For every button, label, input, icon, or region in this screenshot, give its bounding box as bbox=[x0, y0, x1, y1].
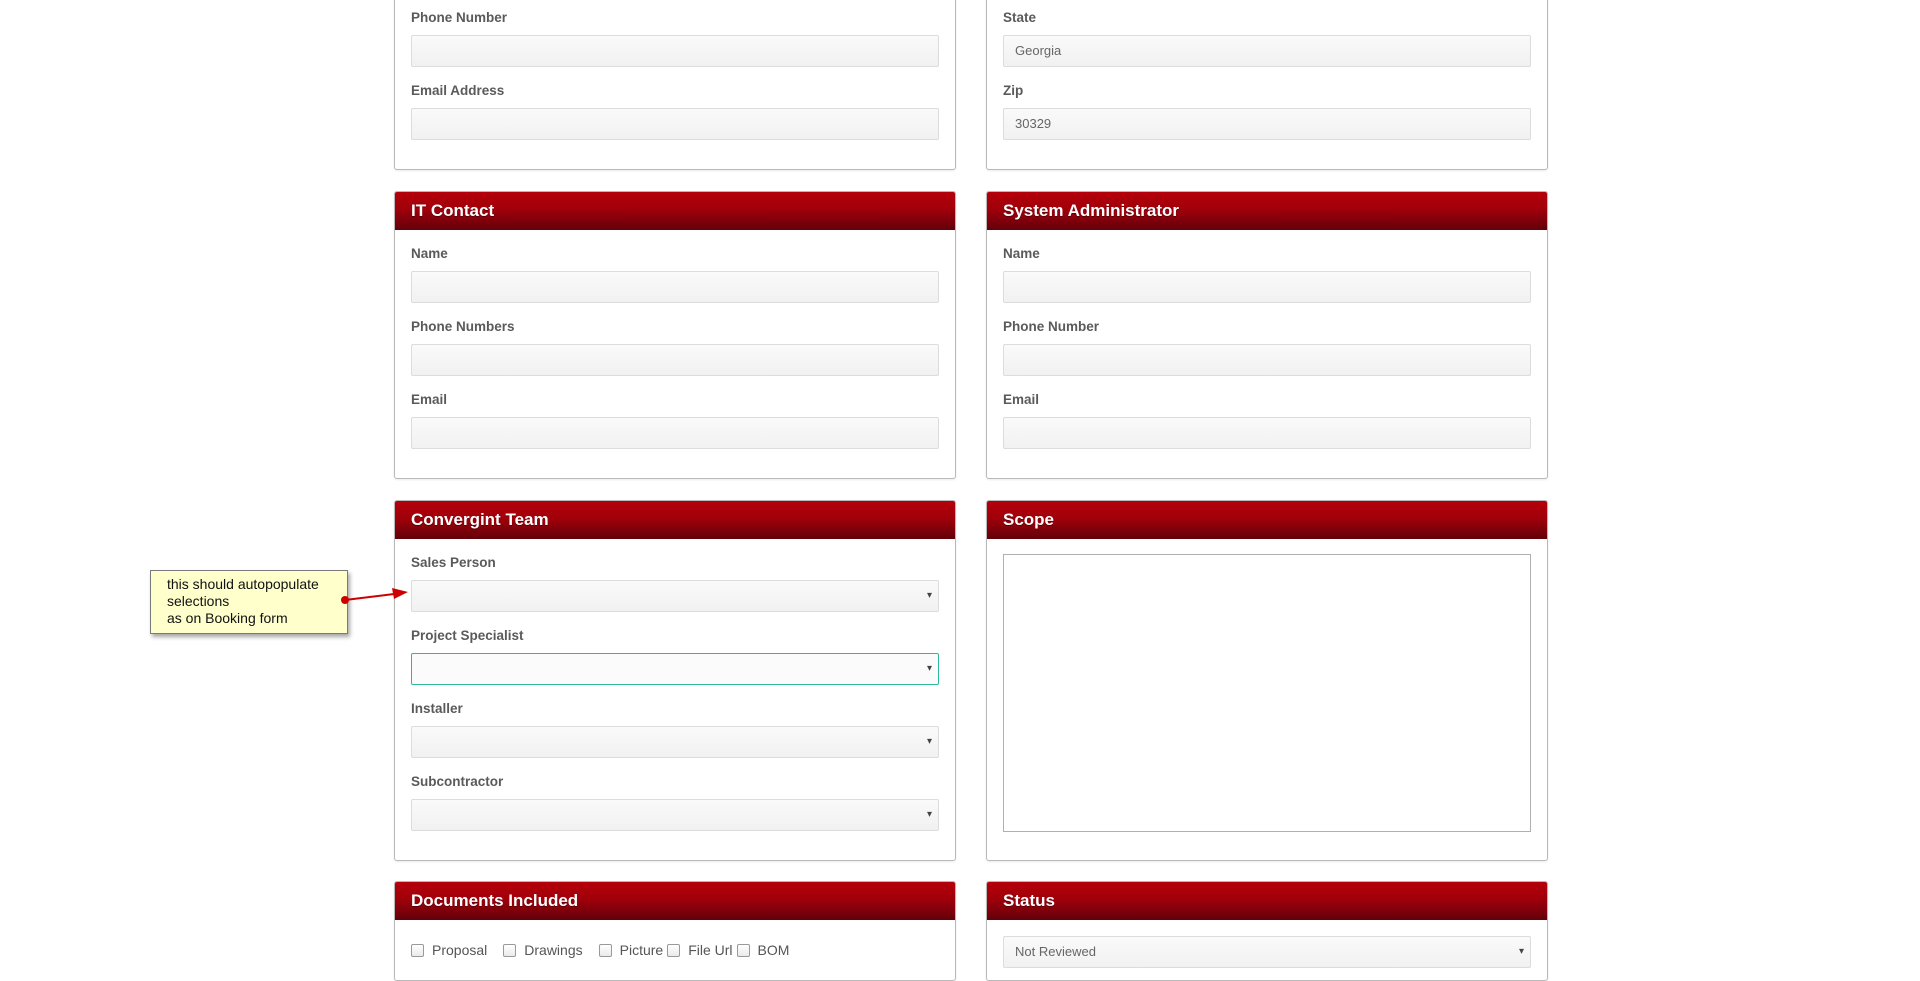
scope-title: Scope bbox=[987, 501, 1547, 539]
it-name-label: Name bbox=[411, 246, 448, 261]
status-title: Status bbox=[987, 882, 1547, 920]
annotation-callout: this should autopopulate selections as o… bbox=[150, 570, 348, 634]
chevron-down-icon: ▾ bbox=[926, 590, 932, 601]
checkbox-picture[interactable]: Picture bbox=[598, 942, 664, 958]
email-address-field: Email Address bbox=[411, 82, 939, 140]
zip-input[interactable]: 30329 bbox=[1003, 108, 1531, 140]
checkbox-label: Proposal bbox=[432, 942, 488, 958]
scope-textarea[interactable] bbox=[1003, 554, 1531, 832]
status-panel: Status Not Reviewed ▾ bbox=[986, 881, 1548, 981]
checkbox-label: Drawings bbox=[524, 942, 583, 958]
sales-person-field: Sales Person ▾ bbox=[411, 554, 939, 612]
chevron-down-icon: ▾ bbox=[1518, 946, 1524, 957]
project-specialist-field: Project Specialist ▾ bbox=[411, 627, 939, 685]
email-address-input[interactable] bbox=[411, 108, 939, 140]
checkbox-box[interactable] bbox=[736, 943, 750, 957]
annotation-line-2: selections bbox=[167, 593, 230, 609]
it-email-field: Email bbox=[411, 391, 939, 449]
it-contact-title: IT Contact bbox=[395, 192, 955, 230]
checkbox-box[interactable] bbox=[598, 943, 612, 957]
annotation-arrow-head bbox=[392, 588, 408, 599]
documents-included-title: Documents Included bbox=[395, 882, 955, 920]
admin-email-label: Email bbox=[1003, 392, 1040, 407]
state-label: State bbox=[1003, 10, 1037, 25]
chevron-down-icon: ▾ bbox=[926, 736, 932, 747]
address-panel: State Georgia Zip 30329 bbox=[986, 0, 1548, 170]
chevron-down-icon: ▾ bbox=[926, 663, 932, 674]
it-name-field: Name bbox=[411, 245, 939, 303]
convergint-team-panel: Convergint Team Sales Person ▾ Project S… bbox=[394, 500, 956, 861]
it-phones-field: Phone Numbers bbox=[411, 318, 939, 376]
subcontractor-label: Subcontractor bbox=[411, 774, 504, 789]
installer-label: Installer bbox=[411, 701, 463, 716]
annotation-arrow-shaft bbox=[344, 593, 395, 601]
system-administrator-title: System Administrator bbox=[987, 192, 1547, 230]
annotation-line-3: as on Booking form bbox=[167, 610, 288, 626]
admin-phone-field: Phone Number bbox=[1003, 318, 1531, 376]
annotation-line-1: this should autopopulate bbox=[167, 576, 319, 592]
it-email-input[interactable] bbox=[411, 417, 939, 449]
status-select[interactable]: Not Reviewed ▾ bbox=[1003, 936, 1531, 968]
contact-panel: Phone Number Email Address bbox=[394, 0, 956, 170]
annotation-arrow bbox=[341, 588, 408, 604]
admin-email-field: Email bbox=[1003, 391, 1531, 449]
checkbox-box[interactable] bbox=[667, 943, 681, 957]
email-address-label: Email Address bbox=[411, 83, 505, 98]
checkbox-label: BOM bbox=[757, 942, 790, 958]
checkbox-bom[interactable]: BOM bbox=[736, 942, 790, 958]
checkbox-label: Picture bbox=[619, 942, 664, 958]
admin-phone-label: Phone Number bbox=[1003, 319, 1100, 334]
zip-label: Zip bbox=[1003, 83, 1024, 98]
admin-phone-input[interactable] bbox=[1003, 344, 1531, 376]
it-email-label: Email bbox=[411, 392, 448, 407]
it-contact-panel: IT Contact Name Phone Numbers Email bbox=[394, 191, 956, 479]
admin-email-input[interactable] bbox=[1003, 417, 1531, 449]
phone-number-input[interactable] bbox=[411, 35, 939, 67]
zip-field: Zip 30329 bbox=[1003, 82, 1531, 140]
scope-panel: Scope bbox=[986, 500, 1548, 861]
installer-select[interactable]: ▾ bbox=[411, 726, 939, 758]
checkbox-file-url[interactable]: File Url bbox=[667, 942, 733, 958]
convergint-team-title: Convergint Team bbox=[395, 501, 955, 539]
sales-person-label: Sales Person bbox=[411, 555, 496, 570]
admin-name-label: Name bbox=[1003, 246, 1040, 261]
checkbox-box[interactable] bbox=[411, 943, 424, 957]
state-input[interactable]: Georgia bbox=[1003, 35, 1531, 67]
chevron-down-icon: ▾ bbox=[926, 809, 932, 820]
status-field: Not Reviewed ▾ bbox=[1003, 928, 1531, 968]
checkbox-drawings[interactable]: Drawings bbox=[503, 942, 583, 958]
it-phones-label: Phone Numbers bbox=[411, 319, 515, 334]
phone-number-field: Phone Number bbox=[411, 9, 939, 67]
it-name-input[interactable] bbox=[411, 271, 939, 303]
checkbox-label: File Url bbox=[688, 942, 733, 958]
sales-person-select[interactable]: ▾ bbox=[411, 580, 939, 612]
admin-name-field: Name bbox=[1003, 245, 1531, 303]
system-administrator-panel: System Administrator Name Phone Number E… bbox=[986, 191, 1548, 479]
state-field: State Georgia bbox=[1003, 9, 1531, 67]
installer-field: Installer ▾ bbox=[411, 700, 939, 758]
documents-checkbox-group: Proposal Drawings Picture File Url BOM bbox=[411, 942, 789, 958]
subcontractor-select[interactable]: ▾ bbox=[411, 799, 939, 831]
project-specialist-label: Project Specialist bbox=[411, 628, 524, 643]
checkbox-box[interactable] bbox=[503, 943, 517, 957]
admin-name-input[interactable] bbox=[1003, 271, 1531, 303]
phone-number-label: Phone Number bbox=[411, 10, 508, 25]
checkbox-proposal[interactable]: Proposal bbox=[411, 942, 487, 958]
it-phones-input[interactable] bbox=[411, 344, 939, 376]
status-value: Not Reviewed bbox=[1015, 944, 1096, 959]
documents-included-panel: Documents Included Proposal Drawings Pic… bbox=[394, 881, 956, 981]
subcontractor-field: Subcontractor ▾ bbox=[411, 773, 939, 831]
project-specialist-select[interactable]: ▾ bbox=[411, 653, 939, 685]
